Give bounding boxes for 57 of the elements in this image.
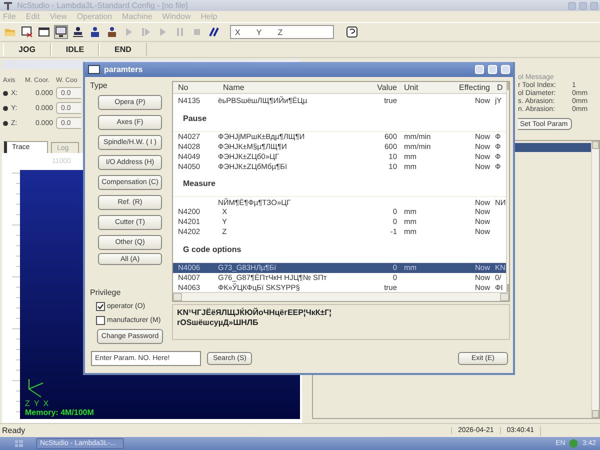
step-icon [140,26,152,38]
checkmark-icon [97,303,104,310]
pause-icon [174,26,186,38]
axis-letter: Y [34,399,40,408]
help-button[interactable] [345,25,359,39]
group-label: Type [90,81,108,90]
state-indicator: END [99,43,147,56]
monitor-icon [55,26,67,38]
column-header[interactable]: No [173,82,218,92]
close-button[interactable] [590,2,598,10]
group-label: Privilege [90,288,121,297]
column-header[interactable]: Value [356,82,399,92]
window-icon [88,65,100,74]
state-indicator: IDLE [51,43,99,56]
axis-letter: Z [25,399,30,408]
person-download-tool-button[interactable] [71,25,85,39]
bullet-icon [3,90,8,96]
person-tool-button[interactable] [88,25,102,39]
scrollbar[interactable] [506,82,509,292]
minimize-button[interactable] [568,2,576,10]
person-icon [106,26,118,38]
slash-icon [208,26,220,38]
scrollbar[interactable] [591,141,599,418]
memory-label: Memory: 4M/100M [25,408,95,417]
slash-tool-button[interactable] [207,25,221,39]
window-close-tool-button[interactable] [20,25,34,39]
shield-icon[interactable] [569,439,578,448]
start-flag-icon[interactable] [14,439,24,448]
column-header[interactable]: Name [218,82,356,92]
axis-letter: X [43,399,49,408]
person-icon [89,26,101,38]
folder-icon [4,26,16,38]
description-text: KN¹ЧГЈЁёЯЛЩЈЌЮЙоЧНцёгЕЕР¦ЧкК±Г¦ [177,308,332,317]
horizontal-scrollbar[interactable] [173,292,509,301]
description-text: rОSшёшсуµД»ШНЛБ [177,318,260,327]
column-header[interactable]: Effecting [446,82,492,92]
window-icon [38,26,50,38]
person-tool-button[interactable] [105,25,119,39]
window-close-icon [21,26,33,38]
app-icon [2,0,14,12]
help-icon [346,26,358,38]
monitor-tool-button[interactable] [54,25,68,39]
coordinate-field[interactable]: X Y Z [230,25,334,39]
column-header[interactable]: Unit [399,82,446,92]
state-indicator: JOG [3,43,51,56]
section-label: Pause [183,114,207,123]
maximize-button[interactable] [579,2,587,10]
window-tool-button[interactable] [37,25,51,39]
column-header[interactable]: D [492,82,506,92]
stop-icon [191,26,203,38]
section-label: G code options [183,244,242,254]
person-download-icon [72,26,84,38]
bullet-icon [3,106,8,110]
section-label: Measure [183,179,216,188]
dialog-title: paramters [104,65,144,74]
bullet-icon [3,120,8,126]
status-text: Ready [1,426,26,435]
